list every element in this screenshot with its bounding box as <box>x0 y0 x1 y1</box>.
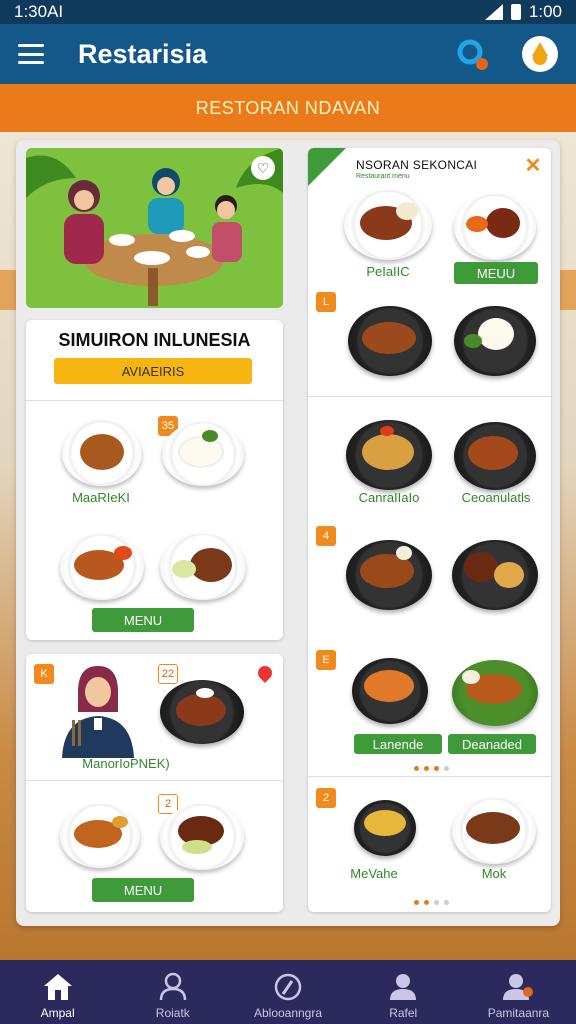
menu-icon[interactable] <box>18 44 44 64</box>
section-badge: L <box>316 292 336 312</box>
dish-fries-image[interactable] <box>346 420 432 490</box>
category-button[interactable]: Lanende <box>354 734 442 754</box>
nav-label: Rafel <box>389 1006 418 1020</box>
section-badge: 4 <box>316 526 336 546</box>
pagination-dots[interactable] <box>414 766 449 771</box>
restaurant-banner: RESTORAN NDAVAN <box>0 84 576 132</box>
category-button[interactable]: Deanaded <box>448 734 536 754</box>
pagination-dots[interactable] <box>414 900 449 905</box>
waitress-illustration <box>62 666 134 758</box>
family-dining-illustration <box>26 148 283 308</box>
status-time-right: 1:00 <box>528 2 562 21</box>
divider <box>26 400 283 401</box>
dish-rice-image[interactable] <box>162 422 244 486</box>
nav-item-roiatk[interactable]: Roiatk <box>115 960 230 1024</box>
search-icon[interactable] <box>456 38 490 72</box>
bottom-nav: Ampal Roiatk Ablooanngra Rafel Pamitaanr… <box>0 960 576 1024</box>
status-time-left: 1:30AI <box>14 2 64 21</box>
section-badge: 2 <box>316 788 336 808</box>
restaurant-menu-title: NSORAN SEKONCAI <box>356 158 478 172</box>
menu-button[interactable]: MENU <box>92 608 194 632</box>
dish-badge: K <box>34 664 54 684</box>
dish-grilled-fish-image[interactable] <box>60 804 140 868</box>
dish-nasi-image[interactable] <box>454 306 536 376</box>
compass-icon <box>274 973 302 1001</box>
corner-ribbon <box>308 148 346 186</box>
person-outline-icon <box>159 972 187 1001</box>
dish-label: MaaRIeKI <box>72 490 130 505</box>
banner-text: RESTORAN NDAVAN <box>195 97 381 118</box>
dish-badge: 22 <box>158 664 178 684</box>
dish-roasted-meat-image[interactable] <box>160 680 244 744</box>
nav-label: Roiatk <box>155 1006 190 1020</box>
dish-label: CanraIIaIo <box>358 490 420 505</box>
close-icon[interactable]: ✕ <box>523 156 543 176</box>
dish-label: Ceoanulatls <box>461 490 531 505</box>
dish-card: K 22 ManorIoPNEK) 2 MENU <box>26 654 283 912</box>
account-icon <box>503 974 534 1000</box>
location-icon[interactable] <box>255 663 275 683</box>
dish-grilled-fish-image[interactable] <box>60 534 144 600</box>
favorite-icon[interactable]: ♡ <box>251 156 275 180</box>
dish-label: PeIaIIC <box>366 264 410 279</box>
nav-item-rafel[interactable]: Rafel <box>346 960 461 1024</box>
dish-platter-image[interactable] <box>452 660 538 726</box>
dish-label: MeVahe <box>350 866 398 881</box>
intro-card: SIMUIRON INLUNESIA AVIAEIRIS 35 MaaRIeKI… <box>26 320 283 640</box>
notification-icon[interactable] <box>520 34 560 74</box>
restaurant-menu-subtitle: Restaurant menu <box>356 173 410 180</box>
dish-label: ManorIoPNEK) <box>82 756 170 771</box>
dish-bowl-image[interactable] <box>354 800 416 856</box>
divider <box>26 780 283 781</box>
nav-item-ampal[interactable]: Ampal <box>0 960 115 1024</box>
status-bar: 1:30AI 1:00 <box>0 0 576 24</box>
divider <box>308 396 551 397</box>
dish-meatballs-image[interactable] <box>452 798 536 864</box>
divider <box>308 776 551 777</box>
dish-grilled-chicken-image[interactable] <box>348 306 432 376</box>
battery-icon <box>510 4 521 20</box>
dish-satay-image[interactable] <box>160 534 246 600</box>
dish-soup-image[interactable] <box>352 658 428 724</box>
nav-item-ablooanngra[interactable]: Ablooanngra <box>230 960 345 1024</box>
app-bar: Restarisia <box>0 24 576 84</box>
dish-satay-image[interactable] <box>344 190 432 260</box>
dish-roast-platter-image[interactable] <box>452 540 538 610</box>
intro-pill[interactable]: AVIAEIRIS <box>54 358 252 384</box>
home-icon <box>43 974 72 1000</box>
nav-label: Ampal <box>40 1006 75 1020</box>
dish-noodles-image[interactable] <box>62 420 142 486</box>
menu-button[interactable]: MEUU <box>454 262 538 284</box>
menu-button[interactable]: MENU <box>92 878 194 902</box>
dish-label: Mok <box>481 866 507 881</box>
intro-title: SIMUIRON INLUNESIA <box>58 330 251 350</box>
restaurant-menu-card: NSORAN SEKONCAI Restaurant menu ✕ PeIaII… <box>308 148 551 912</box>
dish-chicken-curry-image[interactable] <box>454 422 536 490</box>
signal-icon <box>484 4 503 20</box>
profile-icon <box>390 974 417 1000</box>
dish-beef-rendang-image[interactable] <box>160 804 244 870</box>
dish-curry-image[interactable] <box>454 194 536 260</box>
nav-item-pamitaanra[interactable]: Pamitaanra <box>461 960 576 1024</box>
family-dining-photo[interactable]: ♡ <box>26 148 283 308</box>
nav-label: Pamitaanra <box>487 1006 550 1020</box>
nav-label: Ablooanngra <box>253 1006 323 1020</box>
app-title: Restarisia <box>78 38 208 69</box>
dish-fried-chicken-image[interactable] <box>346 540 432 610</box>
section-badge: E <box>316 650 336 670</box>
